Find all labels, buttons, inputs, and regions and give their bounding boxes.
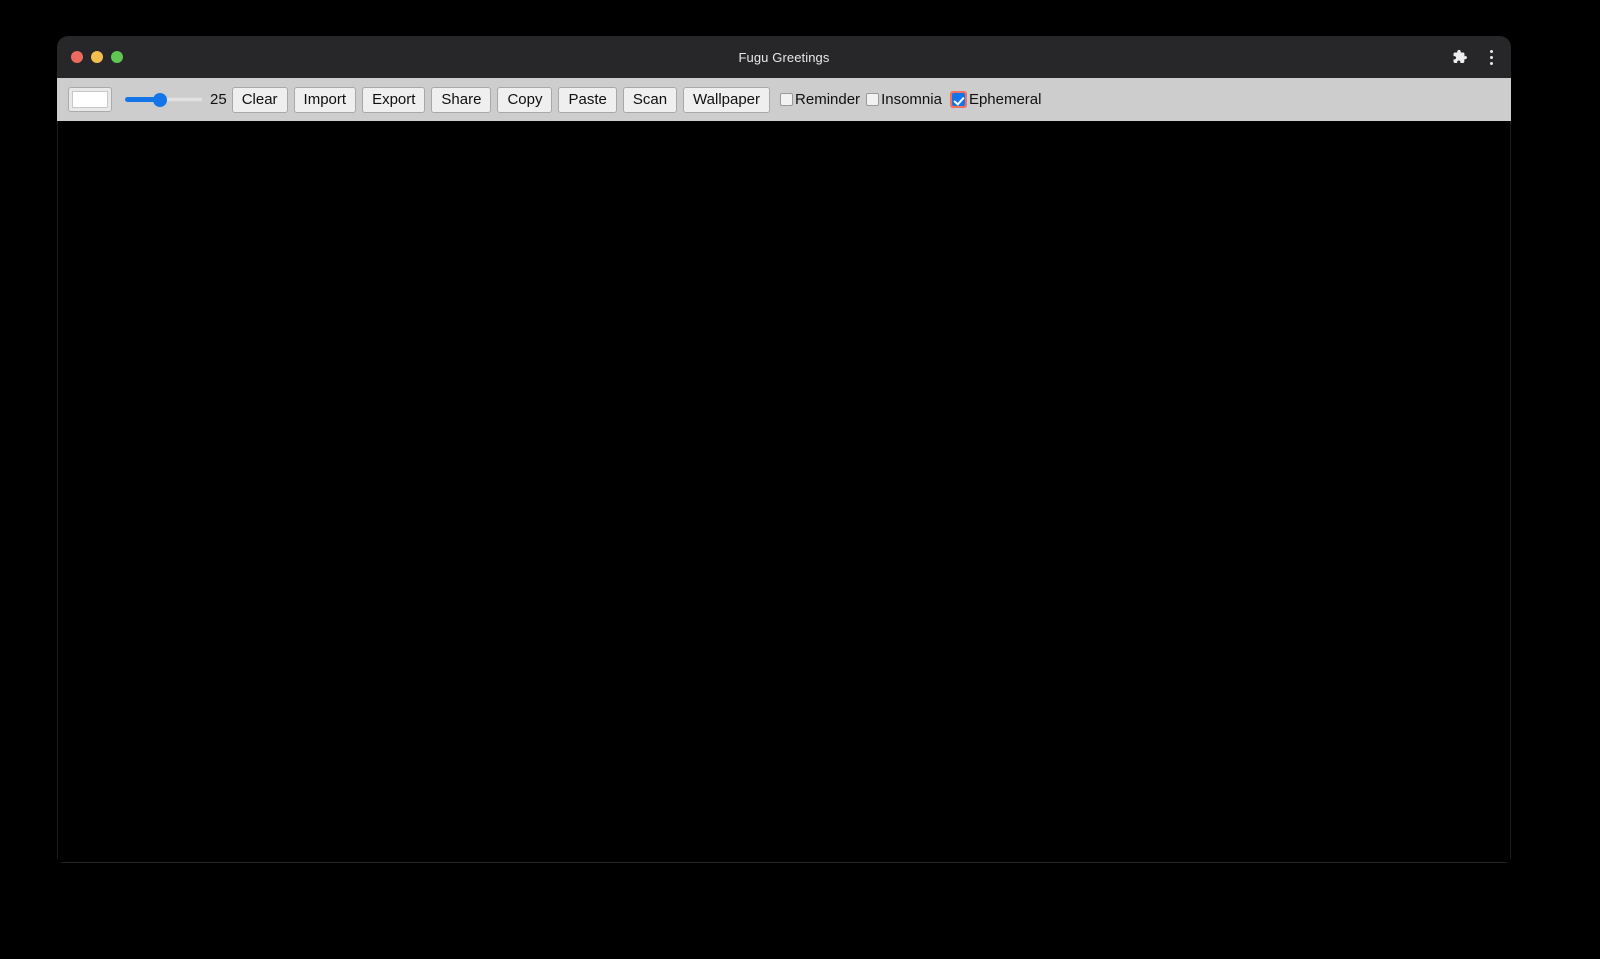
desktop-background: Fugu Greetings 25 Clear Import Export Sh… <box>0 0 1600 959</box>
ephemeral-checkbox[interactable]: Ephemeral <box>948 91 1048 108</box>
reminder-checkbox-label: Reminder <box>795 91 861 108</box>
insomnia-checkbox-box[interactable] <box>866 93 880 106</box>
reminder-checkbox[interactable]: Reminder <box>780 91 866 108</box>
window-titlebar: Fugu Greetings <box>57 36 1511 78</box>
copy-button[interactable]: Copy <box>497 86 553 113</box>
titlebar-actions <box>1449 36 1499 78</box>
import-button[interactable]: Import <box>293 86 357 113</box>
line-width-value: 25 <box>210 91 227 108</box>
line-width-slider[interactable] <box>125 92 203 108</box>
scan-button[interactable]: Scan <box>622 86 678 113</box>
insomnia-checkbox-label: Insomnia <box>881 91 942 108</box>
drawing-canvas[interactable] <box>57 121 1511 863</box>
menu-dot <box>1489 49 1493 53</box>
color-picker-input[interactable] <box>68 87 112 112</box>
browser-window: Fugu Greetings 25 Clear Import Export Sh… <box>57 36 1511 863</box>
minimize-window-button[interactable] <box>91 51 103 63</box>
ephemeral-checkbox-label: Ephemeral <box>968 91 1042 108</box>
ephemeral-checkbox-focus-ring <box>949 91 967 108</box>
color-swatch <box>72 91 108 108</box>
insomnia-checkbox[interactable]: Insomnia <box>866 91 948 108</box>
paste-button[interactable]: Paste <box>558 86 617 113</box>
extensions-icon[interactable] <box>1449 47 1469 67</box>
window-title: Fugu Greetings <box>738 49 830 65</box>
maximize-window-button[interactable] <box>111 51 123 63</box>
traffic-lights <box>57 51 123 63</box>
menu-dot <box>1489 55 1493 59</box>
export-button[interactable]: Export <box>362 86 426 113</box>
share-button[interactable]: Share <box>431 86 492 113</box>
clear-button[interactable]: Clear <box>231 86 288 113</box>
slider-thumb[interactable] <box>153 92 168 107</box>
browser-menu-icon[interactable] <box>1483 47 1499 67</box>
menu-dot <box>1489 61 1493 65</box>
app-toolbar: 25 Clear Import Export Share Copy Paste … <box>57 78 1511 121</box>
wallpaper-button[interactable]: Wallpaper <box>683 86 771 113</box>
toolbar-checkboxes: Reminder Insomnia Ephemeral <box>780 91 1047 108</box>
ephemeral-checkbox-box[interactable] <box>951 93 965 106</box>
reminder-checkbox-box[interactable] <box>780 93 794 106</box>
close-window-button[interactable] <box>71 51 83 63</box>
